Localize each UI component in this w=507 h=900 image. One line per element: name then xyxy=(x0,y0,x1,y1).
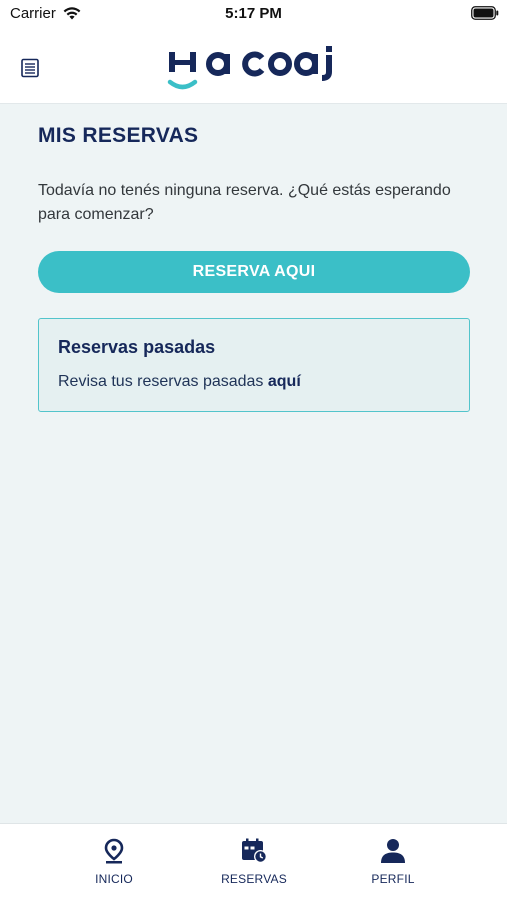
tab-inicio[interactable]: INICIO xyxy=(64,838,164,886)
past-reservations-text: Revisa tus reservas pasadas aquí xyxy=(58,373,301,391)
calendar-clock-icon xyxy=(242,838,267,863)
empty-reservations-message: Todavía no tenés ninguna reserva. ¿Qué e… xyxy=(38,182,451,223)
battery-icon xyxy=(471,6,499,20)
tab-inicio-label: INICIO xyxy=(95,872,133,886)
tab-reservas[interactable]: RESERVAS xyxy=(204,838,304,886)
location-pin-icon xyxy=(104,838,124,864)
hacoaj-logo xyxy=(167,46,332,90)
tab-perfil-label: PERFIL xyxy=(371,872,415,886)
past-reservations-description: Revisa tus reservas pasadas xyxy=(58,373,268,390)
app-header xyxy=(0,30,507,104)
document-list-icon[interactable] xyxy=(20,58,40,78)
tab-perfil[interactable]: PERFIL xyxy=(343,838,443,886)
past-reservations-card: Reservas pasadas Revisa tus reservas pas… xyxy=(38,318,470,412)
status-time: 5:17 PM xyxy=(225,5,282,22)
status-bar: Carrier 5:17 PM xyxy=(0,0,507,30)
past-reservations-title: Reservas pasadas xyxy=(58,337,216,357)
past-reservations-link[interactable]: aquí xyxy=(268,373,301,390)
bottom-tab-bar: INICIO RESERVAS PERFIL xyxy=(0,823,507,900)
page-title: MIS RESERVAS xyxy=(38,124,199,147)
tab-reservas-label: RESERVAS xyxy=(221,872,287,886)
reserve-here-button[interactable]: RESERVA AQUI xyxy=(38,251,470,293)
person-icon xyxy=(381,839,405,863)
